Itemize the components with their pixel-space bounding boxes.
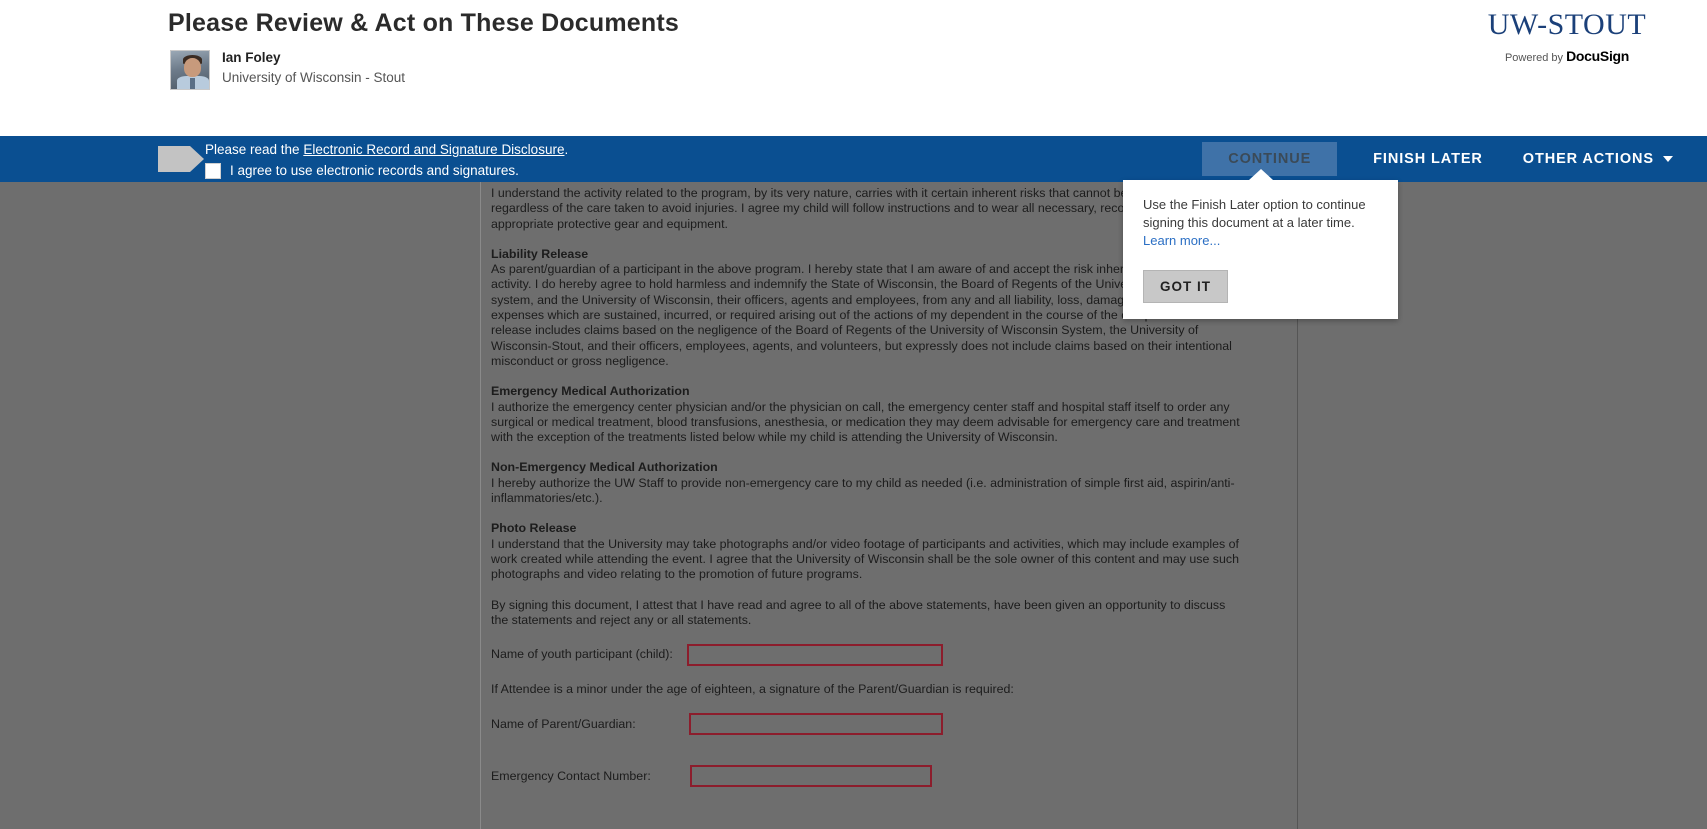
action-bar-buttons: CONTINUE FINISH LATER OTHER ACTIONS — [1202, 136, 1687, 182]
avatar-face — [184, 58, 201, 77]
sender-info: Ian Foley University of Wisconsin - Stou… — [170, 50, 405, 90]
disclosure-sentence: Please read the Electronic Record and Si… — [205, 141, 568, 159]
finish-later-button[interactable]: FINISH LATER — [1359, 142, 1497, 176]
attestation-paragraph: By signing this document, I attest that … — [491, 597, 1226, 627]
finish-later-tooltip: Use the Finish Later option to continue … — [1123, 169, 1398, 319]
branding: UW-STOUT Powered by DocuSign — [1447, 8, 1687, 64]
sender-name: Ian Foley — [222, 50, 281, 65]
electronic-record-disclosure-link[interactable]: Electronic Record and Signature Disclosu… — [303, 142, 564, 157]
page-title: Please Review & Act on These Documents — [168, 9, 680, 37]
sender-organization: University of Wisconsin - Stout — [222, 69, 406, 85]
document-viewport[interactable]: I understand the activity related to the… — [0, 182, 1707, 829]
youth-name-row: Name of youth participant (child): — [491, 644, 1244, 667]
agree-checkbox[interactable] — [205, 163, 221, 179]
minor-signature-note: If Attendee is a minor under the age of … — [491, 682, 1014, 697]
avatar — [170, 50, 210, 90]
got-it-button[interactable]: GOT IT — [1143, 270, 1228, 303]
disclosure-prefix: Please read the — [205, 142, 304, 157]
emergency-contact-input[interactable] — [690, 765, 932, 788]
emergency-medical-paragraph: I authorize the emergency center physici… — [491, 399, 1240, 445]
disclosure-suffix: . — [564, 142, 569, 157]
docusign-wordmark: DocuSign — [1566, 48, 1630, 64]
photo-release-heading: Photo Release — [491, 521, 577, 536]
agree-checkbox-label[interactable]: I agree to use electronic records and si… — [230, 163, 519, 179]
youth-name-label: Name of youth participant (child): — [491, 647, 673, 662]
emergency-medical-heading: Emergency Medical Authorization — [491, 384, 690, 399]
parent-name-label: Name of Parent/Guardian: — [491, 716, 636, 731]
other-actions-button[interactable]: OTHER ACTIONS — [1509, 142, 1687, 176]
disclosure-block: Please read the Electronic Record and Si… — [205, 141, 568, 179]
parent-name-input[interactable] — [689, 713, 943, 736]
emergency-contact-label: Emergency Contact Number: — [491, 768, 651, 783]
page-header: Please Review & Act on These Documents I… — [0, 0, 1707, 136]
powered-by-docusign: Powered by DocuSign — [1447, 48, 1687, 64]
powered-by-prefix: Powered by — [1504, 52, 1567, 64]
action-bar: Please read the Electronic Record and Si… — [0, 136, 1707, 182]
youth-name-input[interactable] — [687, 644, 943, 667]
non-emergency-medical-paragraph: I hereby authorize the UW Staff to provi… — [491, 475, 1235, 506]
non-emergency-medical-heading: Non-Emergency Medical Authorization — [491, 460, 718, 475]
learn-more-link[interactable]: Learn more... — [1143, 233, 1220, 248]
emergency-contact-row: Emergency Contact Number: — [491, 765, 1244, 788]
chevron-down-icon — [1663, 156, 1673, 162]
other-actions-label: OTHER ACTIONS — [1522, 151, 1654, 167]
parent-name-row: Name of Parent/Guardian: — [491, 713, 1244, 736]
avatar-tie — [190, 78, 195, 89]
start-tag-arrow-icon[interactable] — [158, 146, 204, 172]
tooltip-body-text: Use the Finish Later option to continue … — [1143, 197, 1366, 230]
uw-stout-logo: UW-STOUT — [1487, 8, 1647, 41]
photo-release-paragraph: I understand that the University may tak… — [491, 536, 1239, 582]
tooltip-message: Use the Finish Later option to continue … — [1143, 196, 1380, 250]
